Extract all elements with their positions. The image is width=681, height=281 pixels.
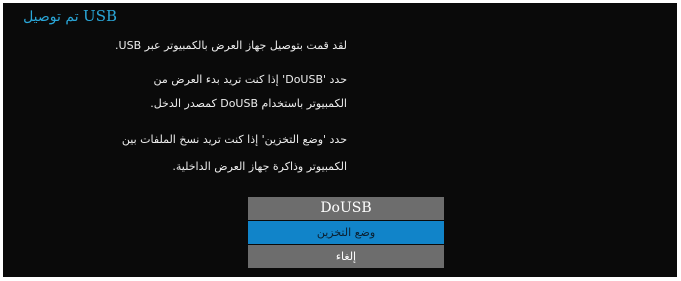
title-text: تم توصيل bbox=[23, 9, 79, 25]
dialog-title: USB تم توصيل bbox=[23, 7, 117, 29]
cancel-option[interactable]: إلغاء bbox=[248, 245, 444, 268]
message-connected: لقد قمت بتوصيل جهاز العرض بالكمبيوتر عبر… bbox=[115, 39, 347, 52]
usb-connected-dialog: USB تم توصيل لقد قمت بتوصيل جهاز العرض ب… bbox=[3, 3, 677, 277]
title-usb: USB bbox=[83, 7, 117, 25]
dousb-option[interactable]: DoUSB bbox=[248, 197, 444, 220]
message-storage-line1: حدد 'وضع التخزين' إذا كنت تريد نسخ الملف… bbox=[121, 133, 347, 146]
message-dousb-line2: الكمبيوتر باستخدام DoUSB كمصدر الدخل. bbox=[150, 97, 347, 110]
message-dousb-line1: حدد 'DoUSB' إذا كنت تريد بدء العرض من bbox=[153, 73, 347, 86]
option-menu: DoUSB وضع التخزين إلغاء bbox=[248, 197, 444, 269]
message-storage-line2: الكمبيوتر وذاكرة جهاز العرض الداخلية. bbox=[172, 160, 347, 173]
storage-mode-option[interactable]: وضع التخزين bbox=[248, 221, 444, 244]
